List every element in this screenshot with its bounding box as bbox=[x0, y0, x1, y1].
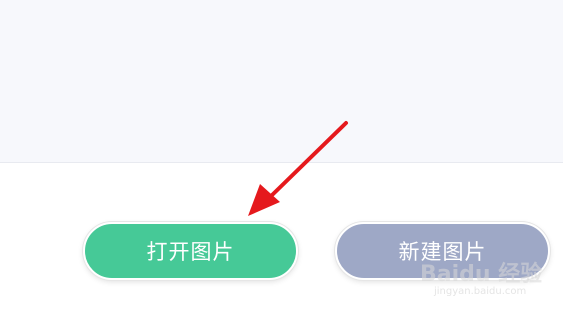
preview-panel bbox=[0, 0, 563, 163]
new-image-label: 新建图片 bbox=[398, 240, 487, 264]
open-image-button[interactable]: 打开图片 bbox=[83, 222, 298, 280]
new-image-button[interactable]: 新建图片 bbox=[335, 222, 550, 280]
open-image-label: 打开图片 bbox=[146, 240, 235, 264]
